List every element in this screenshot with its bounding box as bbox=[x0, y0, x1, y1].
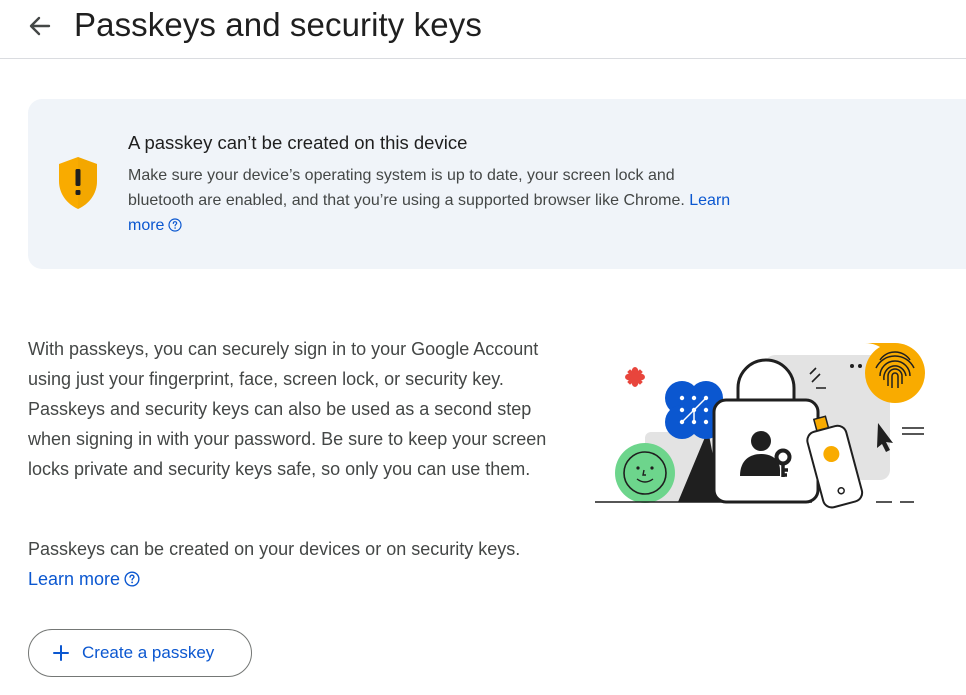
intro-paragraph: With passkeys, you can securely sign in … bbox=[28, 339, 547, 479]
create-passkey-button[interactable]: Create a passkey bbox=[28, 629, 252, 677]
intro-learn-more-link[interactable]: Learn more bbox=[28, 569, 140, 589]
warning-shield-icon bbox=[59, 157, 97, 209]
fingerprint-icon bbox=[865, 343, 925, 403]
face-icon bbox=[615, 443, 675, 503]
intro-learn-more-label: Learn more bbox=[28, 569, 121, 589]
help-icon bbox=[168, 218, 183, 232]
intro-paragraph-2: Passkeys can be created on your devices … bbox=[28, 534, 548, 594]
passkey-illustration bbox=[595, 343, 925, 509]
warning-body: Make sure your device’s operating system… bbox=[128, 163, 738, 238]
warning-title: A passkey can’t be created on this devic… bbox=[128, 132, 468, 153]
help-icon bbox=[124, 571, 140, 587]
back-button[interactable] bbox=[22, 8, 58, 44]
page-title: Passkeys and security keys bbox=[74, 6, 482, 43]
back-arrow-icon bbox=[29, 16, 51, 36]
warning-card: A passkey can’t be created on this devic… bbox=[28, 99, 966, 269]
warning-text: Make sure your device’s operating system… bbox=[128, 167, 685, 209]
intro-paragraph-2-text: Passkeys can be created on your devices … bbox=[28, 539, 521, 559]
page-header: Passkeys and security keys bbox=[0, 0, 966, 59]
red-flower-icon bbox=[625, 367, 645, 387]
plus-icon bbox=[53, 645, 69, 661]
create-passkey-label: Create a passkey bbox=[82, 643, 215, 662]
